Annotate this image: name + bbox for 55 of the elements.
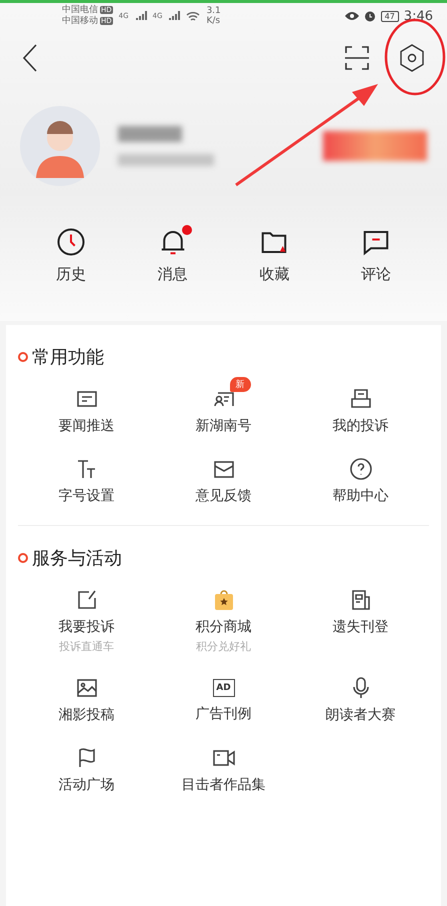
battery-level: 47: [380, 10, 399, 22]
menu-item[interactable]: 积分商城 积分兑好礼: [155, 576, 292, 660]
blurred-name: [118, 126, 182, 142]
avatar[interactable]: [20, 106, 100, 186]
menu-item[interactable]: 字号设置: [18, 445, 155, 511]
speed-value: 3.1: [206, 6, 221, 16]
item-subtitle: 积分兑好礼: [196, 639, 251, 654]
menu-item[interactable]: AD 广告刊例: [155, 664, 292, 730]
section-marker-icon: [18, 553, 28, 563]
item-label: 我要投诉: [58, 618, 114, 636]
item-label: 遗失刊登: [332, 618, 388, 636]
inbox-icon: [348, 387, 372, 411]
item-label: 要闻推送: [58, 417, 114, 435]
quick-action[interactable]: 收藏: [224, 227, 326, 284]
quick-action[interactable]: 历史: [20, 227, 122, 284]
signal-icon: [134, 11, 147, 21]
section-marker-icon: [18, 352, 28, 362]
menu-item[interactable]: 朗读者大赛: [292, 664, 429, 730]
menu-item[interactable]: 要闻推送: [18, 375, 155, 441]
item-label: 积分商城: [196, 618, 252, 636]
item-label: 意见反馈: [196, 487, 252, 505]
menu-item[interactable]: 活动广场: [18, 734, 155, 800]
menu-item[interactable]: 意见反馈: [155, 445, 292, 511]
menu-item[interactable]: 新 新湖南号: [155, 375, 292, 441]
item-label: 目击者作品集: [182, 776, 266, 794]
item-label: 广告刊例: [196, 705, 252, 723]
item-label: 新湖南号: [196, 417, 252, 435]
speed-unit: K/s: [206, 16, 221, 26]
menu-item[interactable]: 遗失刊登: [292, 576, 429, 660]
menu-item[interactable]: 目击者作品集: [155, 734, 292, 800]
section-title: 常用功能: [32, 346, 104, 369]
item-label: 帮助中心: [332, 487, 388, 505]
quick-action[interactable]: 消息: [122, 227, 224, 284]
menu-item[interactable]: 我要投诉 投诉直通车: [18, 576, 155, 660]
item-label: 活动广场: [58, 776, 114, 794]
clock-time: 3:46: [404, 8, 433, 24]
item-subtitle: 投诉直通车: [59, 639, 114, 654]
section-title: 服务与活动: [32, 547, 122, 570]
quick-action[interactable]: 评论: [325, 227, 427, 284]
help-icon: [348, 457, 372, 481]
menu-item[interactable]: 湘影投稿: [18, 664, 155, 730]
wifi-icon: [186, 10, 200, 22]
clock-icon: [56, 227, 86, 257]
eye-icon: [344, 11, 359, 21]
alarm-icon: [364, 10, 376, 22]
menu-item[interactable]: 我的投诉: [292, 375, 429, 441]
item-label: 湘影投稿: [58, 706, 114, 724]
item-label: 我的投诉: [332, 417, 388, 435]
item-label: 朗读者大赛: [326, 706, 396, 724]
menu-item[interactable]: 帮助中心: [292, 445, 429, 511]
item-label: 字号设置: [58, 487, 114, 505]
signal-icon: [168, 11, 180, 21]
ad-icon: AD: [212, 679, 234, 697]
image-icon: [74, 676, 98, 700]
new-badge: 新: [230, 377, 250, 392]
